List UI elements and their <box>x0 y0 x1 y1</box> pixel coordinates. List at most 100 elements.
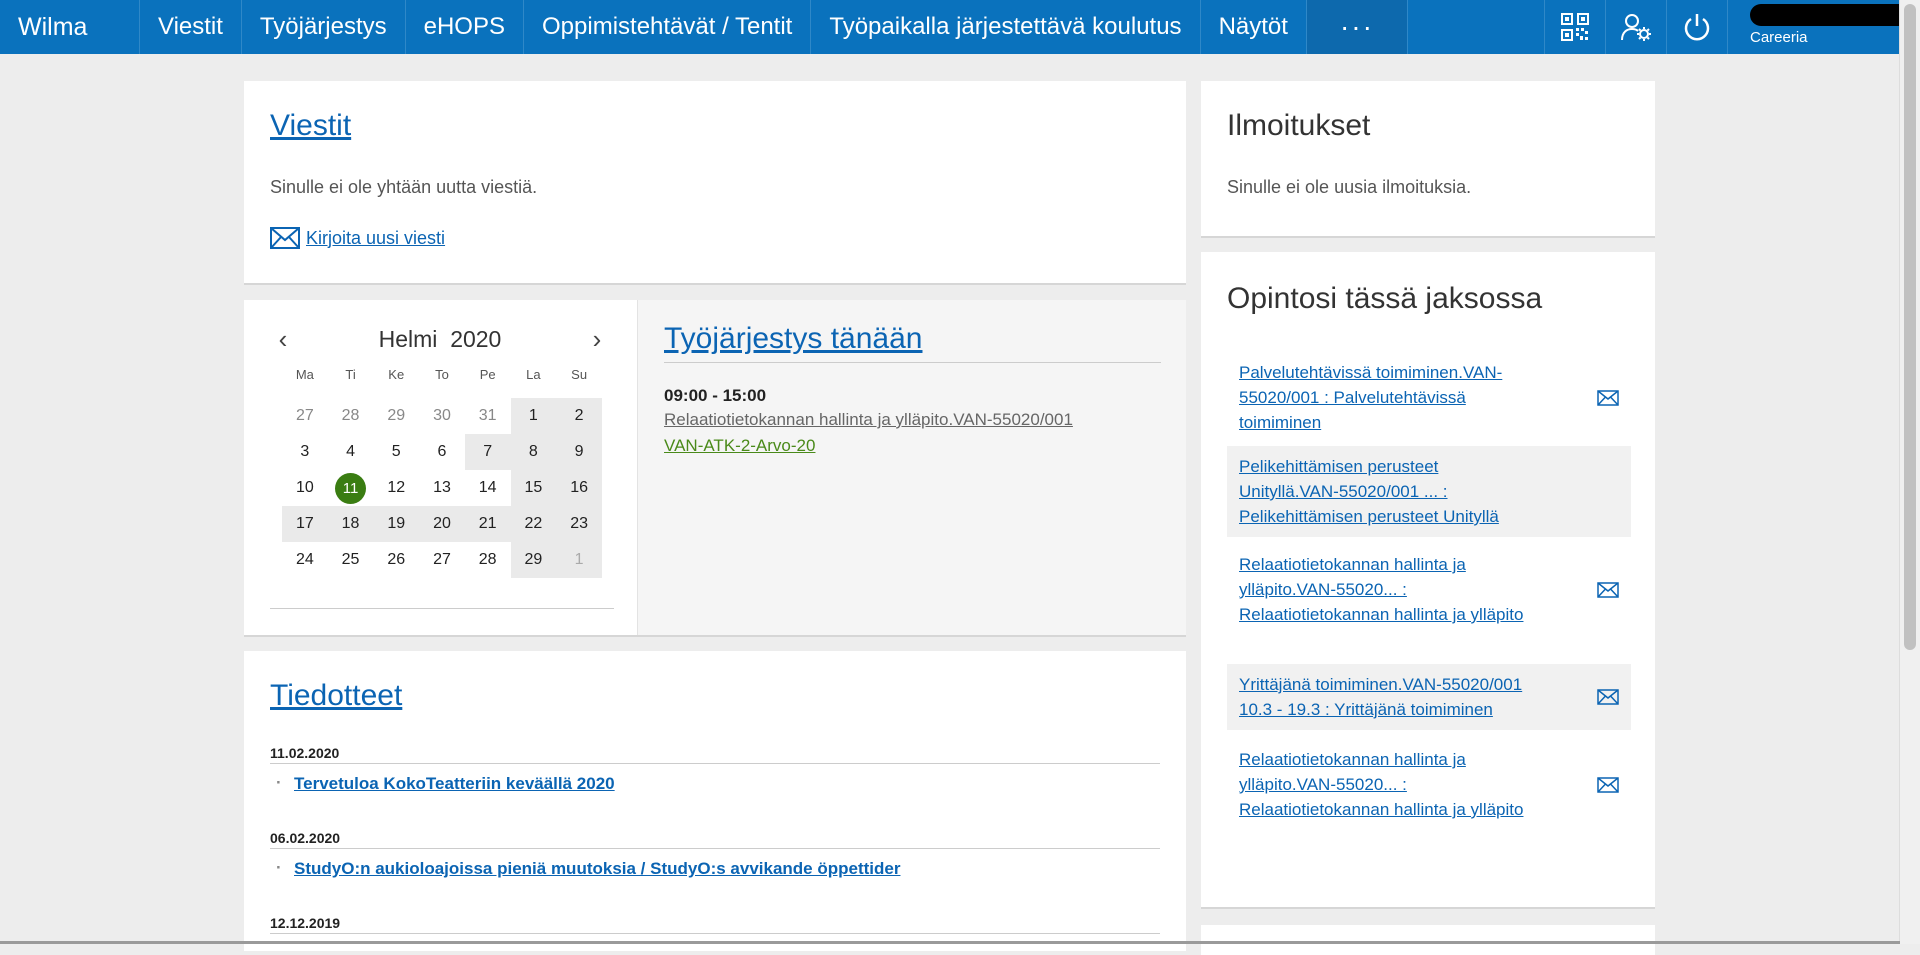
bulletin-date: 06.02.2020 <box>270 830 1160 849</box>
today-schedule: Työjärjestys tänään 09:00 - 15:00 Relaat… <box>637 300 1186 635</box>
study-item: Relaatiotietokannan hallinta ja ylläpito… <box>1227 739 1631 830</box>
calendar-next-button[interactable]: › <box>584 324 610 355</box>
study-link[interactable]: Yrittäjänä toimiminen.VAN-55020/001 10.3… <box>1239 672 1589 722</box>
notices-card: Ilmoitukset Sinulle ei ole uusia ilmoitu… <box>1201 81 1655 238</box>
bulletin-item: 12.12.2019 <box>270 915 1160 934</box>
qr-code-icon[interactable] <box>1544 0 1605 54</box>
calendar-day[interactable]: 30 <box>419 398 465 434</box>
messages-title-link[interactable]: Viestit <box>270 109 351 142</box>
envelope-icon[interactable] <box>1589 689 1619 705</box>
envelope-icon[interactable] <box>270 227 300 249</box>
study-link-line: 10.3 - 19.3 : Yrittäjänä toimiminen <box>1239 700 1493 719</box>
study-link[interactable]: Relaatiotietokannan hallinta ja ylläpito… <box>1239 552 1589 627</box>
study-link[interactable]: Relaatiotietokannan hallinta ja ylläpito… <box>1239 747 1589 822</box>
study-link[interactable]: Palvelutehtävissä toimiminen.VAN- 55020/… <box>1239 360 1589 435</box>
calendar-day[interactable]: 29 <box>373 398 419 434</box>
calendar-day[interactable]: 20 <box>419 506 465 542</box>
calendar-day[interactable]: 21 <box>464 506 511 542</box>
power-icon[interactable] <box>1666 0 1727 54</box>
top-navigation-bar: Wilma Viestit Työjärjestys eHOPS Oppimis… <box>0 0 1920 54</box>
calendar-day[interactable]: 24 <box>282 542 328 578</box>
calendar-day[interactable]: 4 <box>328 434 374 470</box>
nav-item-viestit[interactable]: Viestit <box>140 0 242 54</box>
calendar-day[interactable]: 31 <box>465 398 511 434</box>
bulletin-link[interactable]: Tervetuloa KokoTeatteriin keväällä 2020 <box>294 774 615 793</box>
study-link-line: Relaatiotietokannan hallinta ja <box>1239 555 1466 574</box>
calendar-day[interactable]: 22 <box>510 506 557 542</box>
bulletin-date: 11.02.2020 <box>270 745 1160 764</box>
calendar-day[interactable]: 28 <box>465 542 511 578</box>
user-account-menu[interactable]: Careeria <box>1727 0 1920 54</box>
calendar-day[interactable]: 29 <box>510 542 557 578</box>
nav-item-naytot[interactable]: Näytöt <box>1201 0 1307 54</box>
calendar-day[interactable]: 6 <box>419 434 465 470</box>
weekday-thu: To <box>435 366 449 382</box>
weekday-fri: Pe <box>479 366 496 382</box>
brand-logo[interactable]: Wilma <box>0 0 140 54</box>
calendar-day[interactable]: 3 <box>282 434 328 470</box>
calendar-prev-button[interactable]: ‹ <box>270 324 296 355</box>
calendar-day[interactable]: 25 <box>328 542 374 578</box>
envelope-icon[interactable] <box>1589 389 1619 406</box>
bulletin-link[interactable]: StudyO:n aukioloajoissa pieniä muutoksia… <box>294 859 900 878</box>
calendar-day[interactable]: 19 <box>373 506 420 542</box>
calendar-day[interactable]: 27 <box>419 542 465 578</box>
calendar-day[interactable]: 17 <box>282 506 328 542</box>
bulletins-heading: Tiedotteet <box>270 679 402 713</box>
calendar-day[interactable]: 26 <box>373 542 419 578</box>
calendar-schedule-card: ‹ Helmi 2020 › Ma Ti Ke To Pe La Su 27 2… <box>244 300 1186 637</box>
studies-card: Opintosi tässä jaksossa Palvelutehtäviss… <box>1201 252 1655 909</box>
user-settings-icon[interactable] <box>1605 0 1666 54</box>
calendar-day[interactable]: 16 <box>556 470 602 506</box>
calendar-week: 27 28 29 30 31 1 2 <box>282 398 602 434</box>
calendar-day[interactable]: 23 <box>556 506 602 542</box>
calendar-day[interactable]: 1 <box>556 542 602 578</box>
calendar-day[interactable]: 10 <box>282 470 328 506</box>
calendar-day[interactable]: 7 <box>464 434 511 470</box>
nav-item-tyojarjestys[interactable]: Työjärjestys <box>242 0 406 54</box>
nav-item-ehops[interactable]: eHOPS <box>406 0 524 54</box>
calendar-day-today[interactable]: 11 <box>328 470 374 506</box>
envelope-icon[interactable] <box>1589 776 1619 793</box>
schedule-group-link[interactable]: VAN-ATK-2-Arvo-20 <box>664 436 815 456</box>
calendar-day[interactable]: 18 <box>327 506 374 542</box>
redacted-user-name <box>1750 4 1920 26</box>
calendar-grid: Ma Ti Ke To Pe La Su 27 28 29 30 31 1 2 … <box>282 362 602 578</box>
calendar-day[interactable]: 8 <box>510 434 557 470</box>
more-menu-button[interactable]: ··· <box>1306 0 1408 54</box>
scrollbar-thumb[interactable] <box>1904 4 1916 650</box>
envelope-icon[interactable] <box>1589 581 1619 598</box>
compose-message-link[interactable]: Kirjoita uusi viesti <box>306 228 445 249</box>
calendar-day[interactable]: 2 <box>556 398 602 434</box>
calendar-month: Helmi <box>378 325 438 352</box>
nav-item-oppimistehtavat[interactable]: Oppimistehtävät / Tentit <box>524 0 812 54</box>
schedule-divider <box>664 362 1161 363</box>
weekday-tue: Ti <box>345 366 356 382</box>
study-item: Relaatiotietokannan hallinta ja ylläpito… <box>1227 544 1631 635</box>
study-link-line: Yrittäjänä toimiminen.VAN-55020/001 <box>1239 675 1523 694</box>
calendar-day[interactable]: 28 <box>328 398 374 434</box>
study-link-line: Pelikehittämisen perusteet Unityllä <box>1239 507 1499 526</box>
calendar-day[interactable]: 13 <box>419 470 465 506</box>
calendar-week: 17 18 19 20 21 22 23 <box>282 506 602 542</box>
bulletin-title: StudyO:n aukioloajoissa pieniä muutoksia… <box>270 858 1160 879</box>
schedule-title-link[interactable]: Työjärjestys tänään <box>664 322 922 355</box>
schedule-course-link[interactable]: Relaatiotietokannan hallinta ja ylläpito… <box>664 410 1073 430</box>
schedule-heading: Työjärjestys tänään <box>664 322 922 356</box>
bulletin-date: 12.12.2019 <box>270 915 1160 934</box>
calendar-day[interactable]: 14 <box>465 470 511 506</box>
calendar-day[interactable]: 27 <box>282 398 328 434</box>
calendar-day[interactable]: 12 <box>373 470 419 506</box>
calendar-day[interactable]: 5 <box>373 434 419 470</box>
bulletins-title-link[interactable]: Tiedotteet <box>270 679 402 712</box>
nav-item-tyopaikalla[interactable]: Työpaikalla järjestettävä koulutus <box>811 0 1201 54</box>
vertical-scrollbar[interactable] <box>1899 0 1920 944</box>
calendar-day[interactable]: 15 <box>510 470 557 506</box>
calendar-year: 2020 <box>450 325 502 352</box>
calendar-day[interactable]: 1 <box>510 398 557 434</box>
bulletins-card: Tiedotteet 11.02.2020 Tervetuloa KokoTea… <box>244 651 1186 951</box>
calendar-day[interactable]: 9 <box>556 434 602 470</box>
messages-card: Viestit Sinulle ei ole yhtään uutta vies… <box>244 81 1186 285</box>
study-link[interactable]: Pelikehittämisen perusteet Unityllä.VAN-… <box>1239 454 1589 529</box>
